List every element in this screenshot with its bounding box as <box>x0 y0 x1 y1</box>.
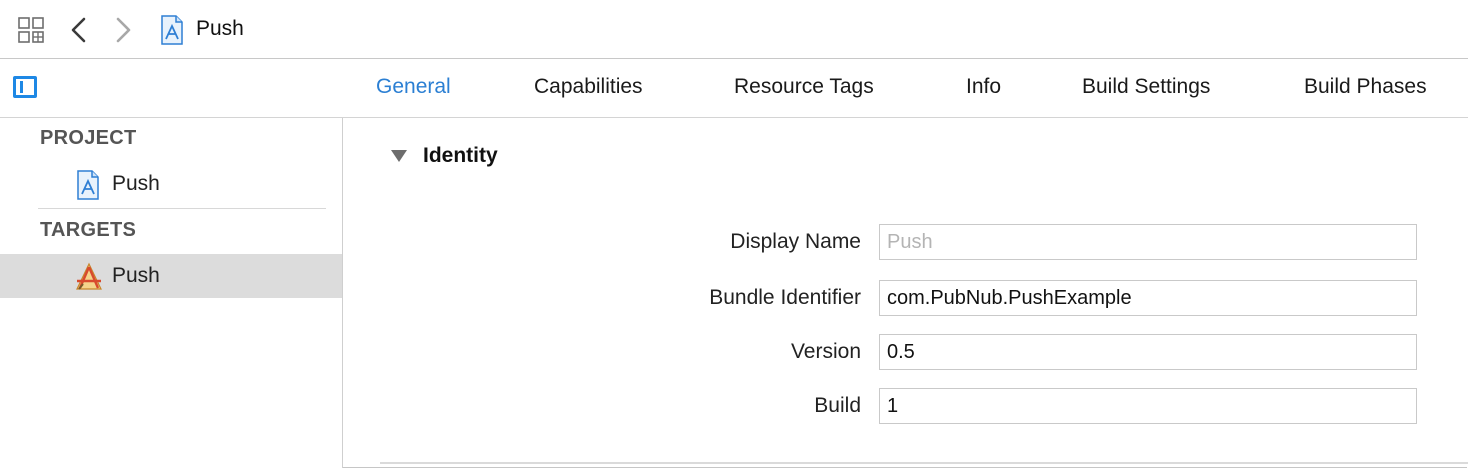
sidebar-divider <box>38 208 326 209</box>
disclosure-triangle-icon[interactable] <box>391 150 407 162</box>
tab-resource-tags[interactable]: Resource Tags <box>734 75 874 99</box>
targets-section-header: TARGETS <box>40 219 137 241</box>
project-file-icon[interactable] <box>160 15 184 45</box>
sidebar-item-target[interactable]: Push <box>0 254 342 298</box>
editor-tab-bar: General Capabilities Resource Tags Info … <box>0 59 1468 118</box>
build-field[interactable] <box>879 388 1417 424</box>
tab-build-settings[interactable]: Build Settings <box>1082 75 1210 99</box>
identity-section-title: Identity <box>423 144 498 167</box>
tab-capabilities[interactable]: Capabilities <box>534 75 643 99</box>
breadcrumb[interactable]: Push <box>196 17 244 41</box>
version-label: Version <box>790 340 861 363</box>
sidebar-item-label: Push <box>112 172 160 195</box>
back-arrow-icon[interactable] <box>70 17 88 43</box>
project-file-icon <box>77 170 99 200</box>
general-settings-pane: Identity Display Name Bundle Identifier … <box>343 118 1468 468</box>
bundle-identifier-field[interactable] <box>879 280 1417 316</box>
sidebar-item-project[interactable]: Push <box>0 162 342 206</box>
display-name-label: Display Name <box>730 230 861 253</box>
app-target-icon <box>76 262 102 290</box>
section-divider <box>380 462 1468 464</box>
bundle-identifier-label: Bundle Identifier <box>709 286 861 309</box>
sidebar-toggle-icon[interactable] <box>13 76 37 98</box>
display-name-field[interactable] <box>879 224 1417 260</box>
sidebar-item-label: Push <box>112 264 160 287</box>
tab-build-phases[interactable]: Build Phases <box>1304 75 1427 99</box>
jump-bar: Push <box>0 0 1468 59</box>
related-items-icon[interactable] <box>18 17 44 43</box>
build-label: Build <box>814 394 861 417</box>
project-section-header: PROJECT <box>40 127 137 149</box>
tab-info[interactable]: Info <box>966 75 1001 99</box>
version-field[interactable] <box>879 334 1417 370</box>
tab-general[interactable]: General <box>376 75 451 99</box>
forward-arrow-icon[interactable] <box>114 17 132 43</box>
project-navigator-sidebar: PROJECT Push TARGETS Push <box>0 118 343 468</box>
